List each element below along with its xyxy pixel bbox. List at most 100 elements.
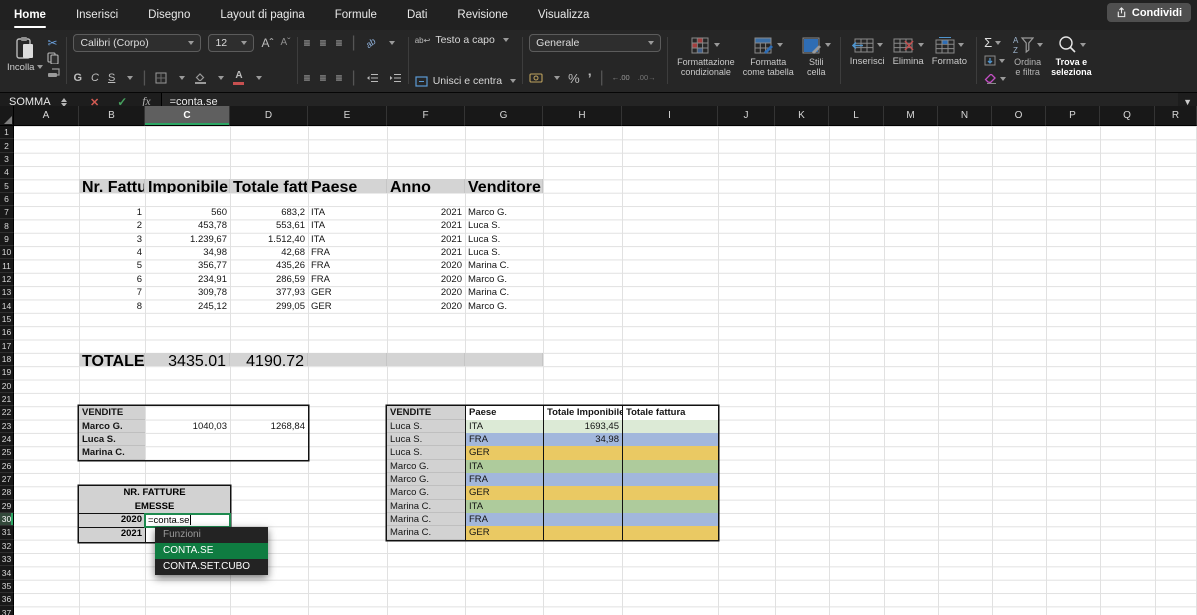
cell[interactable]: [145, 406, 230, 419]
cell-totale-imponibile[interactable]: 34,98: [543, 433, 622, 446]
summary-imponibile-cell[interactable]: 1040,03: [145, 420, 230, 433]
column-header-R[interactable]: R: [1155, 106, 1197, 126]
cell-paese[interactable]: ITA: [308, 206, 387, 219]
fill-color-icon[interactable]: [194, 72, 206, 85]
copy-icon[interactable]: [47, 52, 60, 64]
cell-totale-fattura[interactable]: 683,2: [230, 206, 308, 219]
cell-venditore[interactable]: Marina C.: [387, 513, 465, 526]
cell-imponibile[interactable]: 234,91: [145, 273, 230, 286]
delete-cells-button[interactable]: Elimina: [889, 32, 928, 89]
orientation-chevron[interactable]: [389, 41, 395, 45]
header-cell[interactable]: Totale fattura: [230, 179, 308, 192]
row-header-21[interactable]: 21: [0, 393, 14, 406]
column-header-B[interactable]: B: [79, 106, 145, 126]
italic-button[interactable]: C: [91, 73, 99, 84]
find-select-button[interactable]: Trova e seleziona: [1047, 32, 1096, 89]
row-header-32[interactable]: 32: [0, 540, 14, 553]
tab-dati[interactable]: Dati: [407, 9, 427, 21]
cell-paese[interactable]: FRA: [308, 259, 387, 272]
cell-styles-button[interactable]: Stili cella: [798, 32, 835, 89]
summary-fattura-cell[interactable]: 1268,84: [230, 420, 308, 433]
cell-totale-fattura[interactable]: [622, 420, 718, 433]
row-header-34[interactable]: 34: [0, 566, 14, 579]
column-header-L[interactable]: L: [829, 106, 884, 126]
summary-name-cell[interactable]: Marina C.: [79, 446, 145, 459]
row-header-17[interactable]: 17: [0, 340, 14, 353]
row-header-11[interactable]: 11: [0, 259, 14, 272]
format-cells-button[interactable]: Formato: [928, 32, 971, 89]
cell-paese[interactable]: FRA: [308, 246, 387, 259]
row-header-10[interactable]: 10: [0, 246, 14, 259]
align-top-icon[interactable]: ≡: [304, 36, 310, 50]
summary-name-cell[interactable]: Luca S.: [79, 433, 145, 446]
align-left-icon[interactable]: ≡: [304, 71, 310, 85]
active-cell-editor[interactable]: =conta.se: [144, 513, 231, 528]
align-right-icon[interactable]: ≡: [336, 71, 342, 85]
increase-indent-icon[interactable]: [389, 73, 402, 83]
cell-paese[interactable]: ITA: [465, 500, 543, 513]
row-header-24[interactable]: 24: [0, 433, 14, 446]
tab-disegno[interactable]: Disegno: [148, 9, 190, 21]
sort-filter-button[interactable]: AZ Ordina e filtra: [1008, 32, 1047, 89]
cell-totale-fattura[interactable]: 1.512,40: [230, 233, 308, 246]
row-header-29[interactable]: 29: [0, 500, 14, 513]
cell-venditore[interactable]: Marina C.: [387, 500, 465, 513]
row-header-2[interactable]: 2: [0, 139, 14, 152]
matrix-header-cell[interactable]: Paese: [465, 406, 543, 419]
row-header-19[interactable]: 19: [0, 366, 14, 379]
cell-paese[interactable]: GER: [308, 286, 387, 299]
select-all-corner[interactable]: [0, 106, 14, 126]
cell-totale-fattura[interactable]: 377,93: [230, 286, 308, 299]
row-header-7[interactable]: 7: [0, 206, 14, 219]
cell-paese[interactable]: GER: [308, 300, 387, 313]
increase-decimal-icon[interactable]: ←.00: [612, 74, 630, 82]
cell-venditore[interactable]: Marina C.: [465, 286, 543, 299]
cell-imponibile[interactable]: 356,77: [145, 259, 230, 272]
cell-anno[interactable]: 2020: [387, 286, 465, 299]
cell-anno[interactable]: 2021: [387, 233, 465, 246]
cell-anno[interactable]: 2020: [387, 259, 465, 272]
align-middle-icon[interactable]: ≡: [320, 36, 326, 50]
tab-layout-di-pagina[interactable]: Layout di pagina: [220, 9, 304, 21]
borders-icon[interactable]: [155, 72, 167, 84]
bold-button[interactable]: G: [73, 73, 82, 84]
cell-venditore[interactable]: Marco G.: [465, 300, 543, 313]
year-cell[interactable]: 2021: [79, 528, 145, 541]
accounting-format-icon[interactable]: [529, 73, 543, 83]
row-header-23[interactable]: 23: [0, 420, 14, 433]
cell[interactable]: [145, 446, 230, 459]
number-format-select[interactable]: Generale: [529, 34, 661, 52]
cell-paese[interactable]: ITA: [308, 219, 387, 232]
header-cell[interactable]: Venditore: [465, 179, 543, 192]
row-header-33[interactable]: 33: [0, 553, 14, 566]
cell-venditore[interactable]: Luca S.: [465, 219, 543, 232]
cell-paese[interactable]: GER: [465, 446, 543, 459]
autocomplete-item-conta.set.cubo[interactable]: CONTA.SET.CUBO: [155, 559, 268, 575]
cell-totale-fattura[interactable]: [622, 460, 718, 473]
cell-venditore[interactable]: Luca S.: [465, 246, 543, 259]
fill-down-icon[interactable]: [984, 52, 1006, 70]
column-header-C[interactable]: C: [145, 106, 230, 126]
accounting-chevron[interactable]: [554, 76, 560, 80]
clear-icon[interactable]: [984, 70, 1006, 88]
font-color-icon[interactable]: A: [233, 71, 244, 85]
row-header-27[interactable]: 27: [0, 473, 14, 486]
comma-style-icon[interactable]: ’: [588, 71, 592, 85]
cell-totale-fattura[interactable]: 435,26: [230, 259, 308, 272]
row-header-30[interactable]: 30: [0, 513, 14, 526]
row-header-16[interactable]: 16: [0, 326, 14, 339]
cell-totale-fattura[interactable]: [622, 446, 718, 459]
cell-paese[interactable]: ITA: [465, 420, 543, 433]
cell-venditore[interactable]: Luca S.: [387, 446, 465, 459]
decrease-font-icon[interactable]: Aˇ: [280, 38, 290, 48]
row-header-9[interactable]: 9: [0, 233, 14, 246]
cell-nr-fattura[interactable]: 5: [79, 259, 145, 272]
tab-home[interactable]: Home: [14, 9, 46, 21]
header-cell[interactable]: Nr. Fattura: [79, 179, 145, 192]
cell-anno[interactable]: 2020: [387, 300, 465, 313]
summary-name-cell[interactable]: Marco G.: [79, 420, 145, 433]
cell-nr-fattura[interactable]: 6: [79, 273, 145, 286]
increase-font-icon[interactable]: Aˆ: [261, 37, 273, 49]
summary-title-cell[interactable]: VENDITE: [79, 406, 145, 419]
cell-nr-fattura[interactable]: 1: [79, 206, 145, 219]
